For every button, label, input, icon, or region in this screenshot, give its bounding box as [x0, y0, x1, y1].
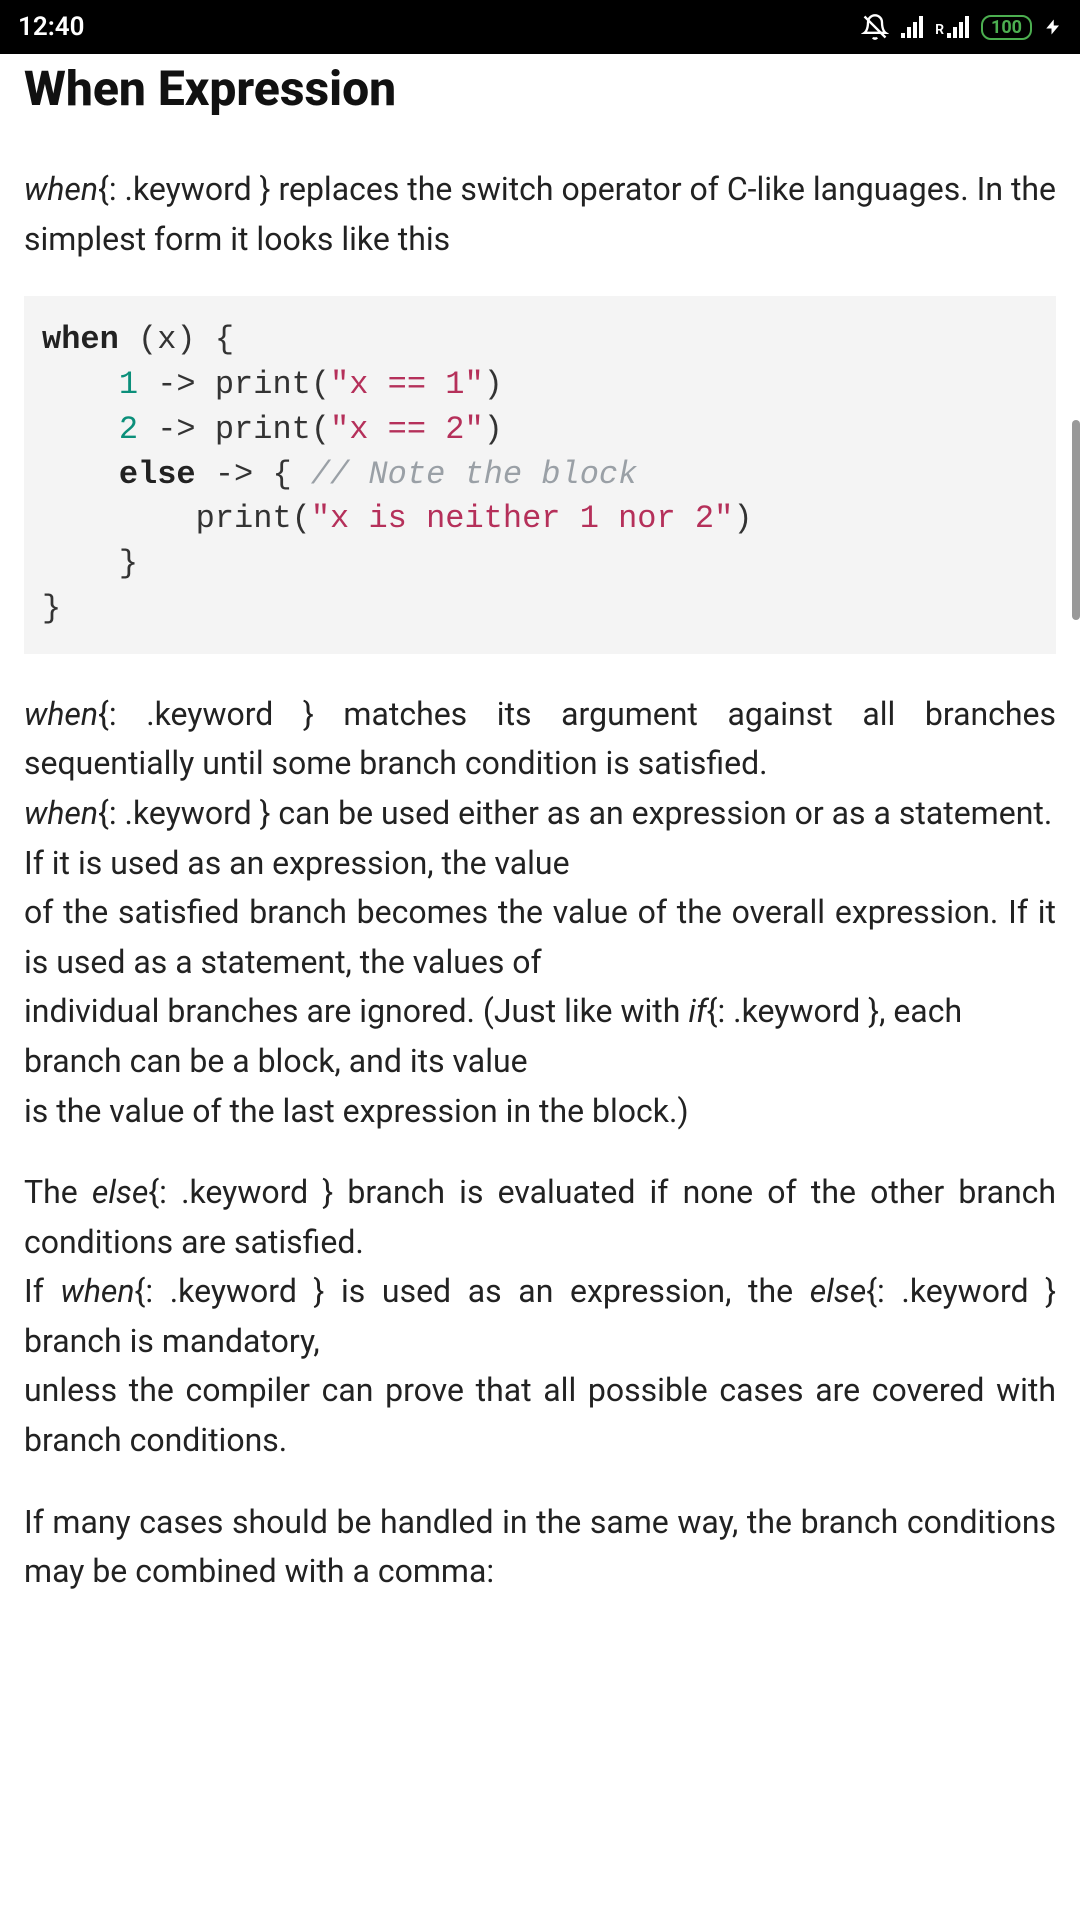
network-indicator: R: [935, 16, 969, 38]
lightning-icon: [1044, 13, 1062, 41]
signal-icon: [901, 16, 923, 38]
intro-paragraph: when{: .keyword } replaces the switch op…: [24, 165, 1056, 264]
battery-icon: 100: [981, 15, 1032, 40]
status-bar: 12:40 R 100: [0, 0, 1080, 54]
paragraph-comma-combine: If many cases should be handled in the s…: [24, 1498, 1056, 1597]
paragraph-else-branch: The else{: .keyword } branch is evaluate…: [24, 1168, 1056, 1466]
article-content[interactable]: When Expression when{: .keyword } replac…: [0, 54, 1080, 1597]
status-icons: R 100: [861, 13, 1062, 41]
page-title: When Expression: [24, 60, 1056, 117]
status-time: 12:40: [18, 12, 85, 42]
code-block-when-example: when (x) { 1 -> print("x == 1") 2 -> pri…: [24, 296, 1056, 654]
scrollbar-thumb[interactable]: [1072, 420, 1080, 620]
bell-off-icon: [861, 13, 889, 41]
paragraph-match-branches: when{: .keyword } matches its argument a…: [24, 690, 1056, 1136]
